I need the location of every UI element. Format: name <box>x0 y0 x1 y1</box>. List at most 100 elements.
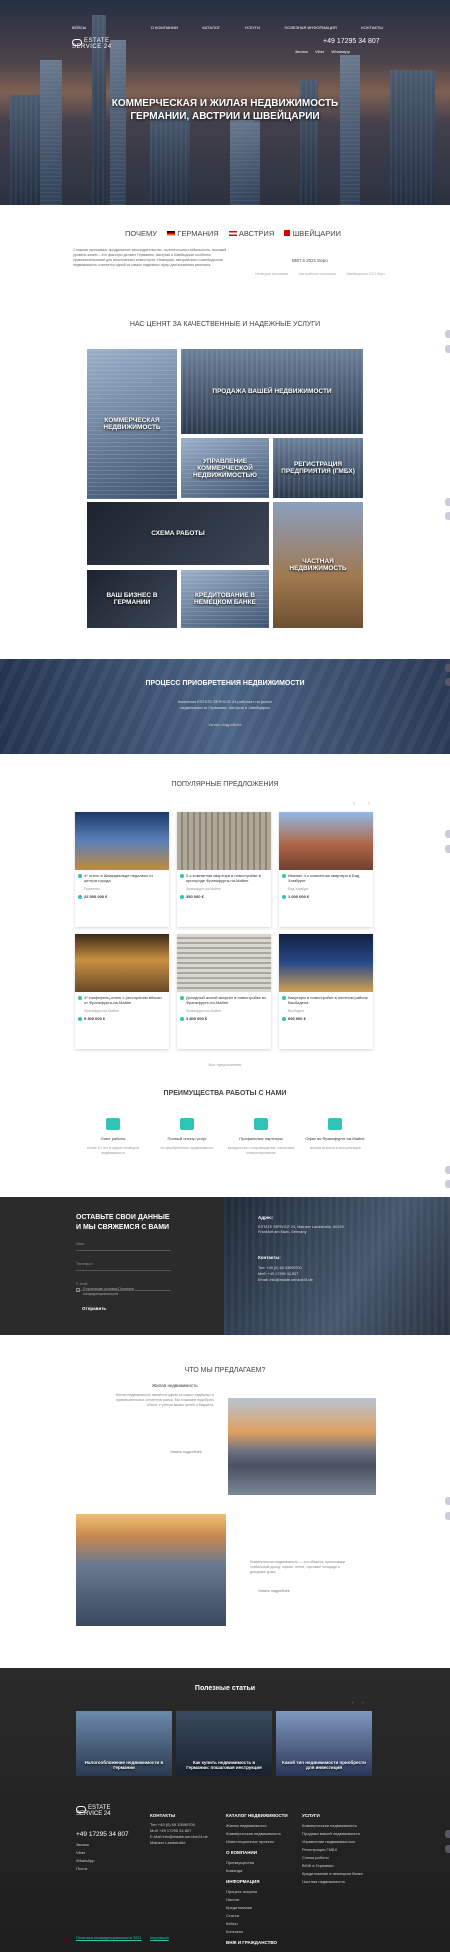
side-widget-icon[interactable] <box>445 498 450 506</box>
tile-sell[interactable]: Продажа вашей недвижимости <box>181 349 363 434</box>
phone-field[interactable]: Телефон <box>76 1261 171 1271</box>
footer-link[interactable]: Кейсы <box>226 1920 296 1928</box>
process-text: Компания ESTATE SERVICE 24 работает на р… <box>177 699 273 710</box>
offer-card[interactable]: 4* отель в Шварцвальде недалеко от центр… <box>75 812 169 927</box>
submit-button[interactable]: Отправить <box>82 1306 106 1311</box>
side-widget-icon[interactable] <box>445 1497 450 1505</box>
side-widget-icon[interactable] <box>445 1180 450 1188</box>
tile-credit[interactable]: Кредитование в немецком банке <box>181 570 269 628</box>
footer-link[interactable]: Кредитование в немецком банке <box>302 1870 377 1878</box>
tile-gmbh[interactable]: Регистрация предприятия (ГМБХ) <box>273 438 363 498</box>
contact-title: Оставьте свои данные и мы свяжемся с вам… <box>76 1214 170 1231</box>
contact-email[interactable]: Email: info@estate-service24.de <box>258 1277 313 1283</box>
footer-link[interactable]: Частная недвижимость <box>302 1878 377 1886</box>
footer-link[interactable]: Коммерческая недвижимость <box>226 1830 296 1838</box>
footer-link[interactable]: Жилая недвижимость <box>226 1822 296 1830</box>
viber-link[interactable]: Viber <box>315 49 324 54</box>
tab-austria[interactable]: Австрия <box>239 229 274 238</box>
side-widget-icon[interactable] <box>445 1845 450 1853</box>
nav-contacts[interactable]: Контакты <box>361 25 383 30</box>
whatsapp-link[interactable]: WhatsApp <box>331 49 349 54</box>
article-card[interactable]: Как купить недвижимость в Германии: поша… <box>176 1711 272 1776</box>
side-widget-icon[interactable] <box>445 664 450 672</box>
footer-callback[interactable]: Звонок <box>76 1841 94 1849</box>
tab-germany[interactable]: Германия <box>177 229 218 238</box>
side-widget-icon[interactable] <box>445 678 450 686</box>
side-widget-icon[interactable] <box>445 1166 450 1174</box>
footer-link[interactable]: Схема работы <box>302 1854 377 1862</box>
impressum-link[interactable]: Impressum <box>150 1936 169 1940</box>
nav-info[interactable]: Полезная информация <box>284 25 336 30</box>
side-widget-icon[interactable] <box>445 512 450 520</box>
all-offers-link[interactable]: Все предложения <box>0 1062 450 1067</box>
footer-link[interactable]: Контакты <box>226 1928 296 1936</box>
footer-logo[interactable]: ESTATE SERVICE 24 <box>76 1805 111 1817</box>
flag-de-icon <box>167 231 176 236</box>
side-widget-icon[interactable] <box>445 330 450 338</box>
footer-link[interactable]: Регистрация ГМБХ <box>302 1846 377 1854</box>
footer-link[interactable]: Преимущества <box>226 1859 296 1867</box>
footer-link[interactable]: Инвестиционные проекты <box>226 1838 296 1846</box>
countries-intro: Сложная экономика, продуманное законодат… <box>73 248 227 267</box>
footer-link[interactable]: Статьи <box>226 1912 296 1920</box>
process-link[interactable]: Узнать подробнее <box>0 722 450 727</box>
advantage-item: Полный спектр услуг по приобретению недви… <box>152 1118 222 1151</box>
tile-commercial[interactable]: Коммерческая недвижимость <box>87 349 177 499</box>
footer-link[interactable]: ВНЖ в Германии <box>302 1862 377 1870</box>
footer-mail[interactable]: Почта <box>76 1865 94 1873</box>
side-widget-icon[interactable] <box>445 1512 450 1520</box>
tile-private[interactable]: Частная недвижимость <box>273 502 363 628</box>
footer-vnzh-heading[interactable]: ВНЖ и гражданство <box>226 1940 296 1945</box>
offer-card[interactable]: Имение 4-х комнатная квартира в Бад Хомб… <box>279 812 373 927</box>
articles-next-icon[interactable]: › <box>362 1700 364 1706</box>
side-widget-icon[interactable] <box>445 830 450 838</box>
nav-about[interactable]: О компании <box>151 25 178 30</box>
logo[interactable]: ESTATE SERVICE 24 <box>72 38 112 50</box>
side-widget-icon[interactable] <box>445 845 450 853</box>
tile-business[interactable]: Ваш бизнес в Германии <box>87 570 177 628</box>
nav-cases[interactable]: Кейсы <box>72 25 86 30</box>
nav-catalog[interactable]: Каталог <box>202 25 220 30</box>
article-card[interactable]: Налогообложение недвижимости в Германии <box>76 1711 172 1776</box>
tile-management[interactable]: Управление коммерческой недвижимостью <box>181 438 269 498</box>
contacts-heading: Контакты: <box>258 1255 281 1260</box>
footer-link[interactable]: Продажа вашей недвижимости <box>302 1830 377 1838</box>
footer-whatsapp[interactable]: WhatsApp <box>76 1857 94 1865</box>
prev-arrow-icon[interactable]: ‹ <box>353 801 355 807</box>
tab-switzerland[interactable]: Швейцарии <box>292 229 341 238</box>
footer-link[interactable]: Процесс покупки <box>226 1888 296 1896</box>
footer-viber[interactable]: Viber <box>76 1849 94 1857</box>
offer-card[interactable]: Доходный жилой квартал в новостройке во … <box>177 934 271 1049</box>
nav-services[interactable]: Услуги <box>244 25 260 30</box>
flag-at-icon <box>228 231 237 236</box>
footer-link[interactable]: Коммерческая недвижимость <box>302 1822 377 1830</box>
offer-card[interactable]: Квартиры в новостройке в элитном районе … <box>279 934 373 1049</box>
advantages-title: Преимущества работы с нами <box>163 1090 287 1097</box>
callback-link[interactable]: Звонок <box>295 49 308 54</box>
header-phone[interactable]: +49 17295 34 807 <box>323 38 380 45</box>
side-widget-icon[interactable] <box>445 345 450 353</box>
flag-ch-icon <box>284 230 291 236</box>
offer-card[interactable]: 4* конференц-отель с рестораном вблизи о… <box>75 934 169 1049</box>
residential-text: Жилая недвижимость является одним из сам… <box>115 1393 214 1407</box>
name-field[interactable]: Имя <box>76 1241 171 1251</box>
footer-link[interactable]: Налоги <box>226 1896 296 1904</box>
offer-card[interactable]: 2-х комнатная квартира в новостройке в п… <box>177 812 271 927</box>
hero: Кейсы О компании Каталог Услуги Полезная… <box>0 0 450 205</box>
footer-phone[interactable]: +49 17295 34 807 <box>76 1831 129 1838</box>
footer-link[interactable]: Команда <box>226 1867 296 1875</box>
tile-scheme[interactable]: Схема работы <box>87 502 269 565</box>
articles-prev-icon[interactable]: ‹ <box>352 1700 354 1706</box>
privacy-link[interactable]: Политика конфиденциальности 2021 <box>76 1936 142 1940</box>
footer-catalog-heading: Каталог недвижимости <box>226 1813 288 1818</box>
commercial-link[interactable]: Узнать подробнее <box>258 1589 290 1593</box>
residential-link[interactable]: Узнать подробнее <box>170 1450 202 1454</box>
next-arrow-icon[interactable]: › <box>368 801 370 807</box>
footer-link[interactable]: Кредитование <box>226 1904 296 1912</box>
footer-contact-item: Mainzer Landstraße <box>150 1840 186 1845</box>
consent-checkbox[interactable] <box>76 1288 80 1292</box>
side-widget-icon[interactable] <box>445 1830 450 1838</box>
article-card[interactable]: Какой тип недвижимости приобрести для ин… <box>276 1711 372 1776</box>
footer-link[interactable]: Управление недвижимостью <box>302 1838 377 1846</box>
tab-why[interactable]: Почему <box>125 229 157 238</box>
